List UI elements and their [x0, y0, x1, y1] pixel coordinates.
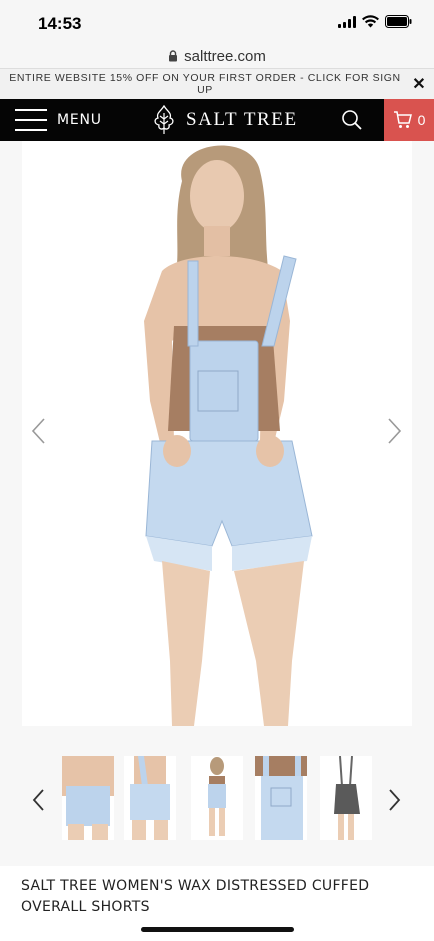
status-icons	[338, 15, 412, 28]
home-indicator[interactable]	[141, 927, 294, 932]
product-image-carousel	[0, 141, 434, 738]
url-text: salttree.com	[184, 47, 266, 65]
logo-text: SALT TREE	[186, 109, 298, 130]
lock-icon	[169, 50, 178, 62]
product-image[interactable]	[22, 141, 412, 726]
search-button[interactable]	[341, 109, 363, 136]
thumbnail-image[interactable]	[191, 756, 243, 840]
cart-button[interactable]: 0	[384, 99, 434, 141]
menu-label: MENU	[57, 112, 102, 128]
chevron-left-icon[interactable]	[31, 788, 45, 812]
close-icon[interactable]: ✕	[404, 74, 434, 94]
header-nav: MENU SALT TREE 0	[0, 99, 434, 141]
thumbnail-strip	[0, 738, 434, 866]
chevron-left-icon[interactable]	[30, 417, 46, 445]
product-info: SALT TREE WOMEN'S WAX DISTRESSED CUFFED …	[0, 866, 434, 941]
hamburger-icon	[15, 109, 47, 131]
thumbnail-image[interactable]	[62, 756, 114, 840]
promo-banner[interactable]: ENTIRE WEBSITE 15% OFF ON YOUR FIRST ORD…	[0, 68, 434, 99]
product-title: SALT TREE WOMEN'S WAX DISTRESSED CUFFED …	[21, 878, 370, 915]
site-logo[interactable]: SALT TREE	[152, 105, 298, 135]
cart-icon	[393, 111, 412, 128]
battery-icon	[385, 15, 412, 28]
status-bar: 14:53	[0, 0, 434, 44]
status-time: 14:53	[38, 14, 82, 33]
page: 14:53 salttree.com ENTIRE WEBSITE 15% OF…	[0, 0, 434, 941]
cart-count: 0	[417, 112, 426, 128]
promo-text[interactable]: ENTIRE WEBSITE 15% OFF ON YOUR FIRST ORD…	[0, 72, 404, 96]
thumbnail-image[interactable]	[124, 756, 176, 840]
thumbnail-image[interactable]	[320, 756, 372, 840]
thumbnail-image[interactable]	[255, 756, 307, 840]
chevron-right-icon[interactable]	[387, 417, 403, 445]
signal-icon	[338, 15, 356, 28]
tree-logo-icon	[154, 105, 174, 134]
chevron-right-icon[interactable]	[388, 788, 402, 812]
wifi-icon	[362, 15, 379, 28]
menu-button[interactable]: MENU	[15, 109, 102, 131]
address-bar[interactable]: salttree.com	[0, 44, 434, 68]
search-icon	[342, 110, 362, 130]
